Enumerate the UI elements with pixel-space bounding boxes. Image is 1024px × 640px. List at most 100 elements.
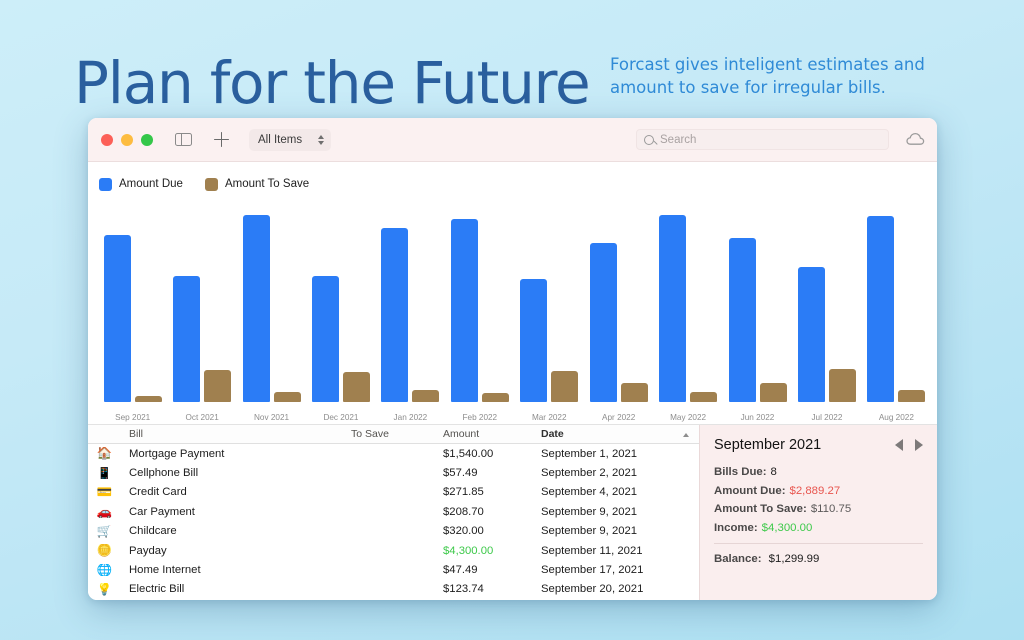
bar-amount-due[interactable] (520, 279, 548, 402)
cell-date: September 9, 2021 (541, 505, 638, 518)
minimize-window-button[interactable] (121, 133, 133, 146)
hero-banner: Plan for the Future Forcast gives inteli… (0, 28, 1024, 112)
summary-stat-row: Bills Due: 8 (714, 466, 923, 478)
globe-icon: 🌐 (96, 563, 113, 577)
cell-bill-name: Credit Card (129, 486, 187, 499)
bar-amount-to-save[interactable] (898, 389, 926, 402)
next-month-button[interactable] (915, 439, 923, 451)
chart-bar-group (445, 202, 514, 402)
bar-amount-due[interactable] (659, 214, 687, 402)
chart-bar-group (515, 202, 584, 402)
bar-amount-to-save[interactable] (481, 392, 509, 402)
cell-amount: $57.49 (443, 467, 478, 480)
cell-amount: $1,540.00 (443, 447, 494, 460)
search-icon (644, 134, 654, 145)
bar-amount-to-save[interactable] (620, 382, 648, 402)
bills-table: Bill To Save Amount Date 🏠 Mortgage Payme… (88, 425, 699, 600)
summary-stat-label: Amount Due: (714, 484, 786, 497)
chart-bar-group (167, 202, 236, 402)
chart-x-label: Sep 2021 (115, 413, 151, 422)
stroller-icon: 🛒 (96, 525, 113, 538)
chart-x-label: Aug 2022 (878, 413, 914, 422)
chart-bar-group (376, 202, 445, 402)
table-row[interactable]: 🛒 Childcare $320.00 September 9, 2021 (88, 522, 699, 541)
bar-amount-due[interactable] (728, 238, 756, 402)
cell-date: September 17, 2021 (541, 564, 644, 577)
bar-amount-to-save[interactable] (342, 372, 370, 402)
cell-bill-name: Payday (129, 544, 167, 557)
column-header-bill[interactable]: Bill (121, 428, 343, 440)
bar-amount-due[interactable] (311, 276, 339, 402)
filter-dropdown-label: All Items (258, 133, 303, 146)
table-row[interactable]: 💳 Credit Card $271.85 September 4, 2021 (88, 483, 699, 502)
cell-bill-name: Car Payment (129, 505, 195, 518)
chart-x-label: Jan 2022 (393, 413, 428, 422)
previous-month-button[interactable] (895, 439, 903, 451)
table-row[interactable]: 🏠 Mortgage Payment $1,540.00 September 1, 2… (88, 444, 699, 463)
bar-amount-due[interactable] (242, 215, 270, 402)
column-header-to-save[interactable]: To Save (343, 428, 435, 440)
sidebar-icon (175, 132, 192, 147)
bar-amount-to-save[interactable] (828, 368, 856, 402)
bar-amount-due[interactable] (867, 215, 895, 402)
bar-amount-due[interactable] (589, 242, 617, 402)
bar-amount-to-save[interactable] (412, 390, 440, 402)
cell-bill-name: Home Internet (129, 564, 201, 577)
plus-icon (214, 132, 229, 147)
sidebar-toggle-button[interactable] (175, 132, 192, 147)
bar-amount-to-save[interactable] (134, 395, 162, 402)
summary-stat-row: Amount Due: $2,889.27 (714, 485, 923, 497)
chart-legend: Amount Due Amount To Save (88, 174, 937, 194)
legend-label-amount-to-save: Amount To Save (224, 178, 310, 190)
cell-date: September 9, 2021 (541, 525, 638, 538)
column-header-amount[interactable]: Amount (435, 428, 533, 440)
legend-item-amount-due: Amount Due (99, 177, 183, 191)
add-item-button[interactable] (214, 132, 229, 147)
bar-amount-to-save[interactable] (273, 391, 301, 402)
bar-amount-due[interactable] (381, 227, 409, 402)
table-row[interactable]: 📱 Cellphone Bill $57.49 September 2, 2021 (88, 463, 699, 482)
table-row[interactable]: 🪙 Payday $4,300.00 September 11, 2021 (88, 541, 699, 560)
table-row[interactable]: 💡 Electric Bill $123.74 September 20, 2021 (88, 580, 699, 599)
summary-stat-value: 8 (770, 466, 777, 478)
summary-stat-label: Income: (714, 521, 758, 534)
cell-bill-name: Mortgage Payment (129, 447, 225, 460)
chart-x-label: Jun 2022 (740, 413, 775, 422)
bar-amount-due[interactable] (103, 235, 131, 402)
legend-item-amount-to-save: Amount To Save (204, 177, 310, 191)
cloud-icon[interactable] (906, 132, 925, 151)
summary-balance-value: $1,299.99 (768, 552, 820, 565)
cell-amount: $320.00 (443, 525, 484, 538)
window-toolbar: All Items Search (88, 118, 937, 162)
column-header-date[interactable]: Date (533, 428, 699, 440)
bar-amount-to-save[interactable] (690, 391, 718, 402)
car-icon: 🚗 (96, 505, 113, 519)
chart-bar-group (653, 202, 722, 402)
column-header-date-label: Date (541, 428, 564, 440)
summary-stat-row: Amount To Save: $110.75 (714, 503, 923, 515)
bar-amount-to-save[interactable] (551, 370, 579, 402)
bills-bar-chart: Amount Due Amount To Save Sep 2021 Oct 20… (88, 162, 937, 424)
bar-amount-due[interactable] (173, 276, 201, 402)
table-row[interactable]: 🌐 Home Internet $47.49 September 17, 2021 (88, 560, 699, 579)
cell-date: September 20, 2021 (541, 583, 644, 596)
summary-header: September 2021 (714, 437, 923, 453)
cell-amount: $4,300.00 (443, 544, 494, 557)
close-window-button[interactable] (101, 133, 113, 146)
chart-x-axis-labels: Sep 2021 Oct 2021 Nov 2021 Dec 2021 Jan 2022… (98, 413, 931, 422)
zoom-window-button[interactable] (141, 133, 153, 146)
mobile-phone-icon: 📱 (96, 466, 113, 480)
bar-amount-due[interactable] (450, 219, 478, 402)
summary-stat-value: $4,300.00 (761, 521, 813, 534)
bar-amount-due[interactable] (797, 267, 825, 402)
table-row[interactable]: 🚗 Car Payment $208.70 September 9, 2021 (88, 502, 699, 521)
chart-bar-group (98, 202, 167, 402)
chevron-updown-icon (318, 134, 324, 145)
bar-amount-to-save[interactable] (759, 382, 787, 402)
filter-dropdown[interactable]: All Items (249, 128, 331, 151)
summary-stats-list: Bills Due: 8 Amount Due: $2,889.27 Amount To… (714, 466, 923, 534)
search-input[interactable]: Search (636, 129, 889, 150)
chart-x-label: Nov 2021 (254, 413, 290, 422)
summary-stat-value: $110.75 (810, 503, 852, 515)
bar-amount-to-save[interactable] (204, 369, 232, 402)
